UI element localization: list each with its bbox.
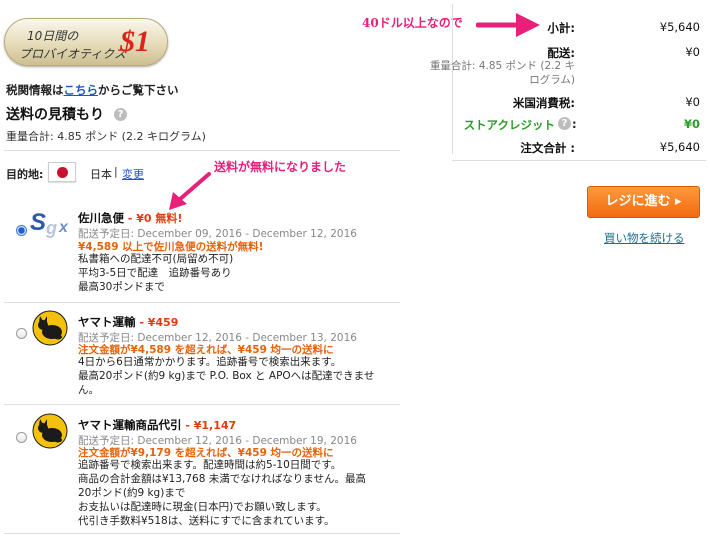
note-line: 平均3-5日で配達 追跡番号あり: [78, 267, 232, 279]
sagawa-logo-icon: S g x: [30, 209, 69, 238]
yamato-cat-logo-icon: [32, 413, 68, 449]
sales-tax-value: ¥0: [685, 95, 700, 109]
note-line: 私書箱への配達不可(局留め不可): [78, 253, 234, 265]
change-destination-link[interactable]: 変更: [122, 166, 144, 182]
japan-flag-icon: [48, 162, 76, 182]
promo-line1: 10日間の: [27, 29, 79, 43]
carrier-notes: 4日から6日通常かかります。追跡番号で検索出来ます。 最高20ポンド(約9 kg…: [78, 355, 374, 397]
note-line: 最高30ポンドまで: [78, 281, 165, 293]
carrier-sagawa: 佐川急便 - ¥0 無料!: [78, 210, 182, 226]
carrier-yamato-cod: ヤマト運輸商品代引 - ¥1,147: [78, 417, 236, 433]
divider: [452, 160, 706, 161]
customs-info-link[interactable]: こちら: [64, 83, 99, 97]
svg-text:S: S: [30, 209, 46, 236]
store-credit-colon: :: [572, 117, 577, 131]
note-line: ん。: [78, 384, 99, 396]
note-line: 4日から6日通常かかります。追跡番号で検索出来ます。: [78, 356, 342, 368]
svg-text:x: x: [58, 219, 69, 236]
shipping-weight-line: ログラム): [529, 74, 575, 86]
promo-line2: プロバイオティクス: [19, 47, 126, 61]
yamato-cat-logo-icon: [32, 310, 68, 346]
subtotal-label: 小計:: [547, 21, 575, 35]
order-total-label: 注文合計 :: [520, 141, 575, 155]
destination-separator: |: [114, 165, 118, 178]
note-line: 最高20ポンド(約9 kg)まで P.O. Box と APOへは配達できませ: [78, 370, 375, 382]
divider: [4, 533, 400, 534]
shipping-weight: 重量合計: 4.85 ポンド (2.2 キ ログラム): [420, 59, 575, 87]
divider: [4, 302, 400, 303]
order-total-value: ¥5,640: [659, 140, 700, 154]
carrier-dash: -: [135, 316, 148, 329]
annotation-arrow-down-icon: [169, 172, 211, 210]
shipping-value: ¥0: [685, 45, 700, 59]
store-credit-value: ¥0: [683, 117, 700, 131]
note-line: お支払いは配達時に現金(日本円)でお願い致します。: [78, 501, 327, 513]
carrier-price: ¥0 無料!: [136, 212, 183, 225]
destination-country: 日本: [90, 168, 112, 181]
annotation-over-40: 40ドル以上なので: [362, 16, 463, 30]
help-icon[interactable]: ?: [558, 117, 571, 130]
carrier-price: ¥459: [147, 316, 179, 329]
note-line: 商品の合計金額は¥13,768 未満でなければなりません。最高: [78, 473, 366, 485]
store-credit-label: ストアクレジット: [463, 118, 555, 132]
promo-banner[interactable]: 10日間の プロバイオティクス $1: [4, 18, 168, 66]
promo-amount: $1: [120, 25, 150, 58]
help-icon[interactable]: ?: [114, 108, 127, 121]
divider: [4, 404, 400, 405]
customs-info-suffix: からご覧下さい: [98, 83, 179, 97]
shipping-estimate-title: 送料の見積もり: [6, 107, 104, 123]
carrier-dash: -: [181, 419, 194, 432]
sales-tax-label: 米国消費税:: [512, 96, 575, 110]
carrier-name: 佐川急便: [78, 211, 124, 225]
customs-info-prefix: 税関情報は: [6, 83, 64, 97]
continue-shopping-link[interactable]: 買い物を続ける: [604, 230, 685, 246]
carrier-yamato: ヤマト運輸 - ¥459: [78, 314, 178, 330]
annotation-free-shipping: 送料が無料になりました: [214, 160, 347, 174]
carrier-price: ¥1,147: [193, 419, 237, 432]
divider: [4, 150, 400, 151]
note-line: 代引き手数料¥518は、送料にすでに含まれています。: [78, 515, 335, 527]
customs-info-note: 税関情報はこちらからご覧下さい: [6, 82, 179, 98]
carrier-notes: 追跡番号で検索出来ます。配達時間は約5-10日間です。 商品の合計金額は¥13,…: [78, 458, 366, 528]
destination-label: 目的地:: [6, 168, 44, 181]
radio-yamato-cod[interactable]: [16, 432, 27, 443]
checkout-button[interactable]: レジに進む ▸: [587, 186, 700, 218]
radio-yamato[interactable]: [16, 328, 27, 339]
carrier-dash: -: [124, 212, 137, 225]
carrier-notes: 私書箱への配達不可(局留め不可) 平均3-5日で配達 追跡番号あり 最高30ポン…: [78, 252, 233, 294]
carrier-name: ヤマト運輸: [78, 315, 136, 329]
subtotal-value: ¥5,640: [659, 20, 700, 34]
shipping-weight-line: 重量合計: 4.85 ポンド (2.2 キ: [429, 60, 575, 72]
total-weight: 重量合計: 4.85 ポンド (2.2 キログラム): [6, 130, 206, 143]
note-line: 追跡番号で検索出来ます。配達時間は約5-10日間です。: [78, 459, 342, 471]
carrier-name: ヤマト運輸商品代引: [78, 418, 182, 432]
radio-sagawa[interactable]: [16, 225, 27, 236]
note-line: 20ポンド(約9 kg)まで: [78, 487, 186, 499]
svg-text:g: g: [45, 218, 57, 238]
